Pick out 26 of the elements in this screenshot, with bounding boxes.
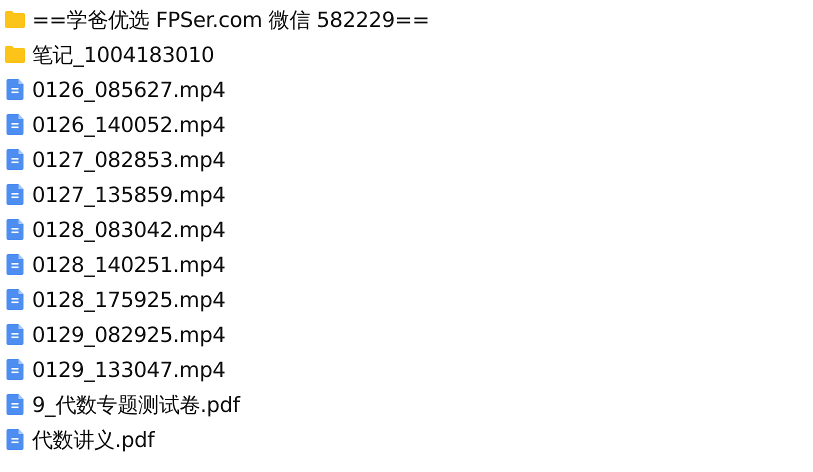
folder-icon <box>5 11 25 28</box>
document-icon <box>5 324 25 345</box>
document-icon <box>5 429 25 450</box>
document-icon <box>5 394 25 415</box>
file-name[interactable]: 0128_175925.mp4 <box>32 288 226 312</box>
file-name[interactable]: 0126_085627.mp4 <box>32 78 226 102</box>
file-name[interactable]: ==学爸优选 FPSer.com 微信 582229== <box>32 6 430 34</box>
file-name[interactable]: 0127_135859.mp4 <box>32 182 226 206</box>
document-icon <box>5 254 25 275</box>
file-name[interactable]: 0129_133047.mp4 <box>32 358 226 382</box>
file-name[interactable]: 0128_140251.mp4 <box>32 252 226 276</box>
document-icon <box>5 184 25 205</box>
folder-icon <box>5 46 25 63</box>
document-icon <box>5 114 25 135</box>
file-name[interactable]: 0128_083042.mp4 <box>32 218 226 242</box>
document-icon <box>5 359 25 380</box>
document-icon <box>5 149 25 170</box>
document-icon <box>5 219 25 240</box>
file-name[interactable]: 9_代数专题测试卷.pdf <box>32 390 240 418</box>
file-name[interactable]: 代数讲义.pdf <box>32 426 154 454</box>
file-name[interactable]: 0126_140052.mp4 <box>32 112 226 136</box>
file-name[interactable]: 笔记_1004183010 <box>32 40 214 68</box>
document-icon <box>5 79 25 100</box>
document-icon <box>5 289 25 310</box>
file-name[interactable]: 0129_082925.mp4 <box>32 322 226 346</box>
file-name[interactable]: 0127_082853.mp4 <box>32 148 226 172</box>
